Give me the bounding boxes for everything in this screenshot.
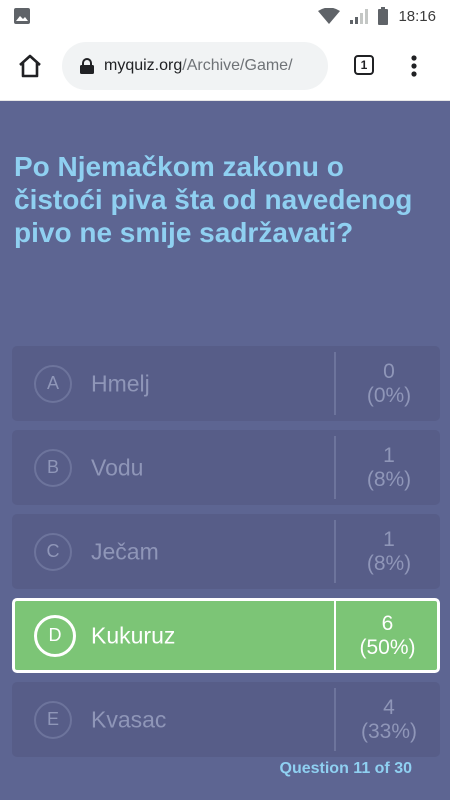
answer-option-correct[interactable]: D Kukuruz 6 (50%) bbox=[12, 598, 440, 673]
battery-icon bbox=[378, 7, 389, 25]
question-text: Po Njemačkom zakonu o čistoći piva šta o… bbox=[14, 151, 413, 248]
answer-stats: 6 (50%) bbox=[338, 612, 437, 660]
answer-stats: 1 (8%) bbox=[338, 528, 440, 576]
question-counter: Question 11 of 30 bbox=[279, 760, 412, 777]
answer-letter-badge: E bbox=[34, 700, 72, 739]
home-icon[interactable] bbox=[16, 52, 44, 80]
answer-percent: (50%) bbox=[359, 635, 416, 659]
answer-letter-badge: A bbox=[34, 364, 72, 403]
answer-stats: 4 (33%) bbox=[338, 696, 440, 744]
tab-switcher-button[interactable]: 1 bbox=[354, 55, 374, 75]
answer-option[interactable]: E Kvasac 4 (33%) bbox=[12, 682, 440, 757]
answer-letter-badge: D bbox=[34, 614, 76, 657]
answer-option[interactable]: C Ječam 1 (8%) bbox=[12, 514, 440, 589]
image-icon bbox=[14, 8, 30, 24]
url-path: /Archive/Game/ bbox=[182, 57, 293, 74]
signal-icon bbox=[350, 9, 369, 24]
url-host: myquiz.org bbox=[104, 57, 183, 74]
answer-letter-badge: C bbox=[34, 532, 72, 571]
browser-toolbar: myquiz.org/Archive/Game/ 1 bbox=[0, 32, 450, 101]
status-bar: 18:16 bbox=[0, 0, 450, 32]
answer-count: 1 bbox=[383, 527, 395, 551]
divider bbox=[334, 688, 336, 751]
more-vert-icon[interactable] bbox=[404, 50, 424, 82]
answer-text: Ječam bbox=[91, 538, 159, 564]
answer-percent: (8%) bbox=[366, 467, 412, 491]
answer-option[interactable]: B Vodu 1 (8%) bbox=[12, 430, 440, 505]
url-bar[interactable]: myquiz.org/Archive/Game/ bbox=[62, 42, 328, 90]
answer-text: Hmelj bbox=[91, 370, 150, 396]
answer-count: 6 bbox=[381, 611, 394, 635]
answer-text: Kvasac bbox=[91, 706, 167, 732]
clock: 18:16 bbox=[398, 7, 436, 25]
answer-letter-badge: B bbox=[34, 448, 72, 487]
answer-count: 1 bbox=[383, 443, 395, 467]
lock-icon bbox=[80, 58, 94, 74]
wifi-icon bbox=[318, 8, 341, 24]
divider bbox=[334, 601, 336, 670]
answer-percent: (0%) bbox=[366, 383, 412, 407]
divider bbox=[334, 436, 336, 499]
divider bbox=[334, 352, 336, 415]
answer-percent: (33%) bbox=[360, 719, 418, 743]
answer-stats: 0 (0%) bbox=[338, 360, 440, 408]
answer-count: 4 bbox=[383, 695, 395, 719]
answer-text: Vodu bbox=[91, 454, 144, 480]
answer-stats: 1 (8%) bbox=[338, 444, 440, 492]
answer-percent: (8%) bbox=[366, 551, 412, 575]
answer-text: Kukuruz bbox=[91, 622, 176, 648]
divider bbox=[334, 520, 336, 583]
answer-count: 0 bbox=[383, 359, 395, 383]
answer-option[interactable]: A Hmelj 0 (0%) bbox=[12, 346, 440, 421]
